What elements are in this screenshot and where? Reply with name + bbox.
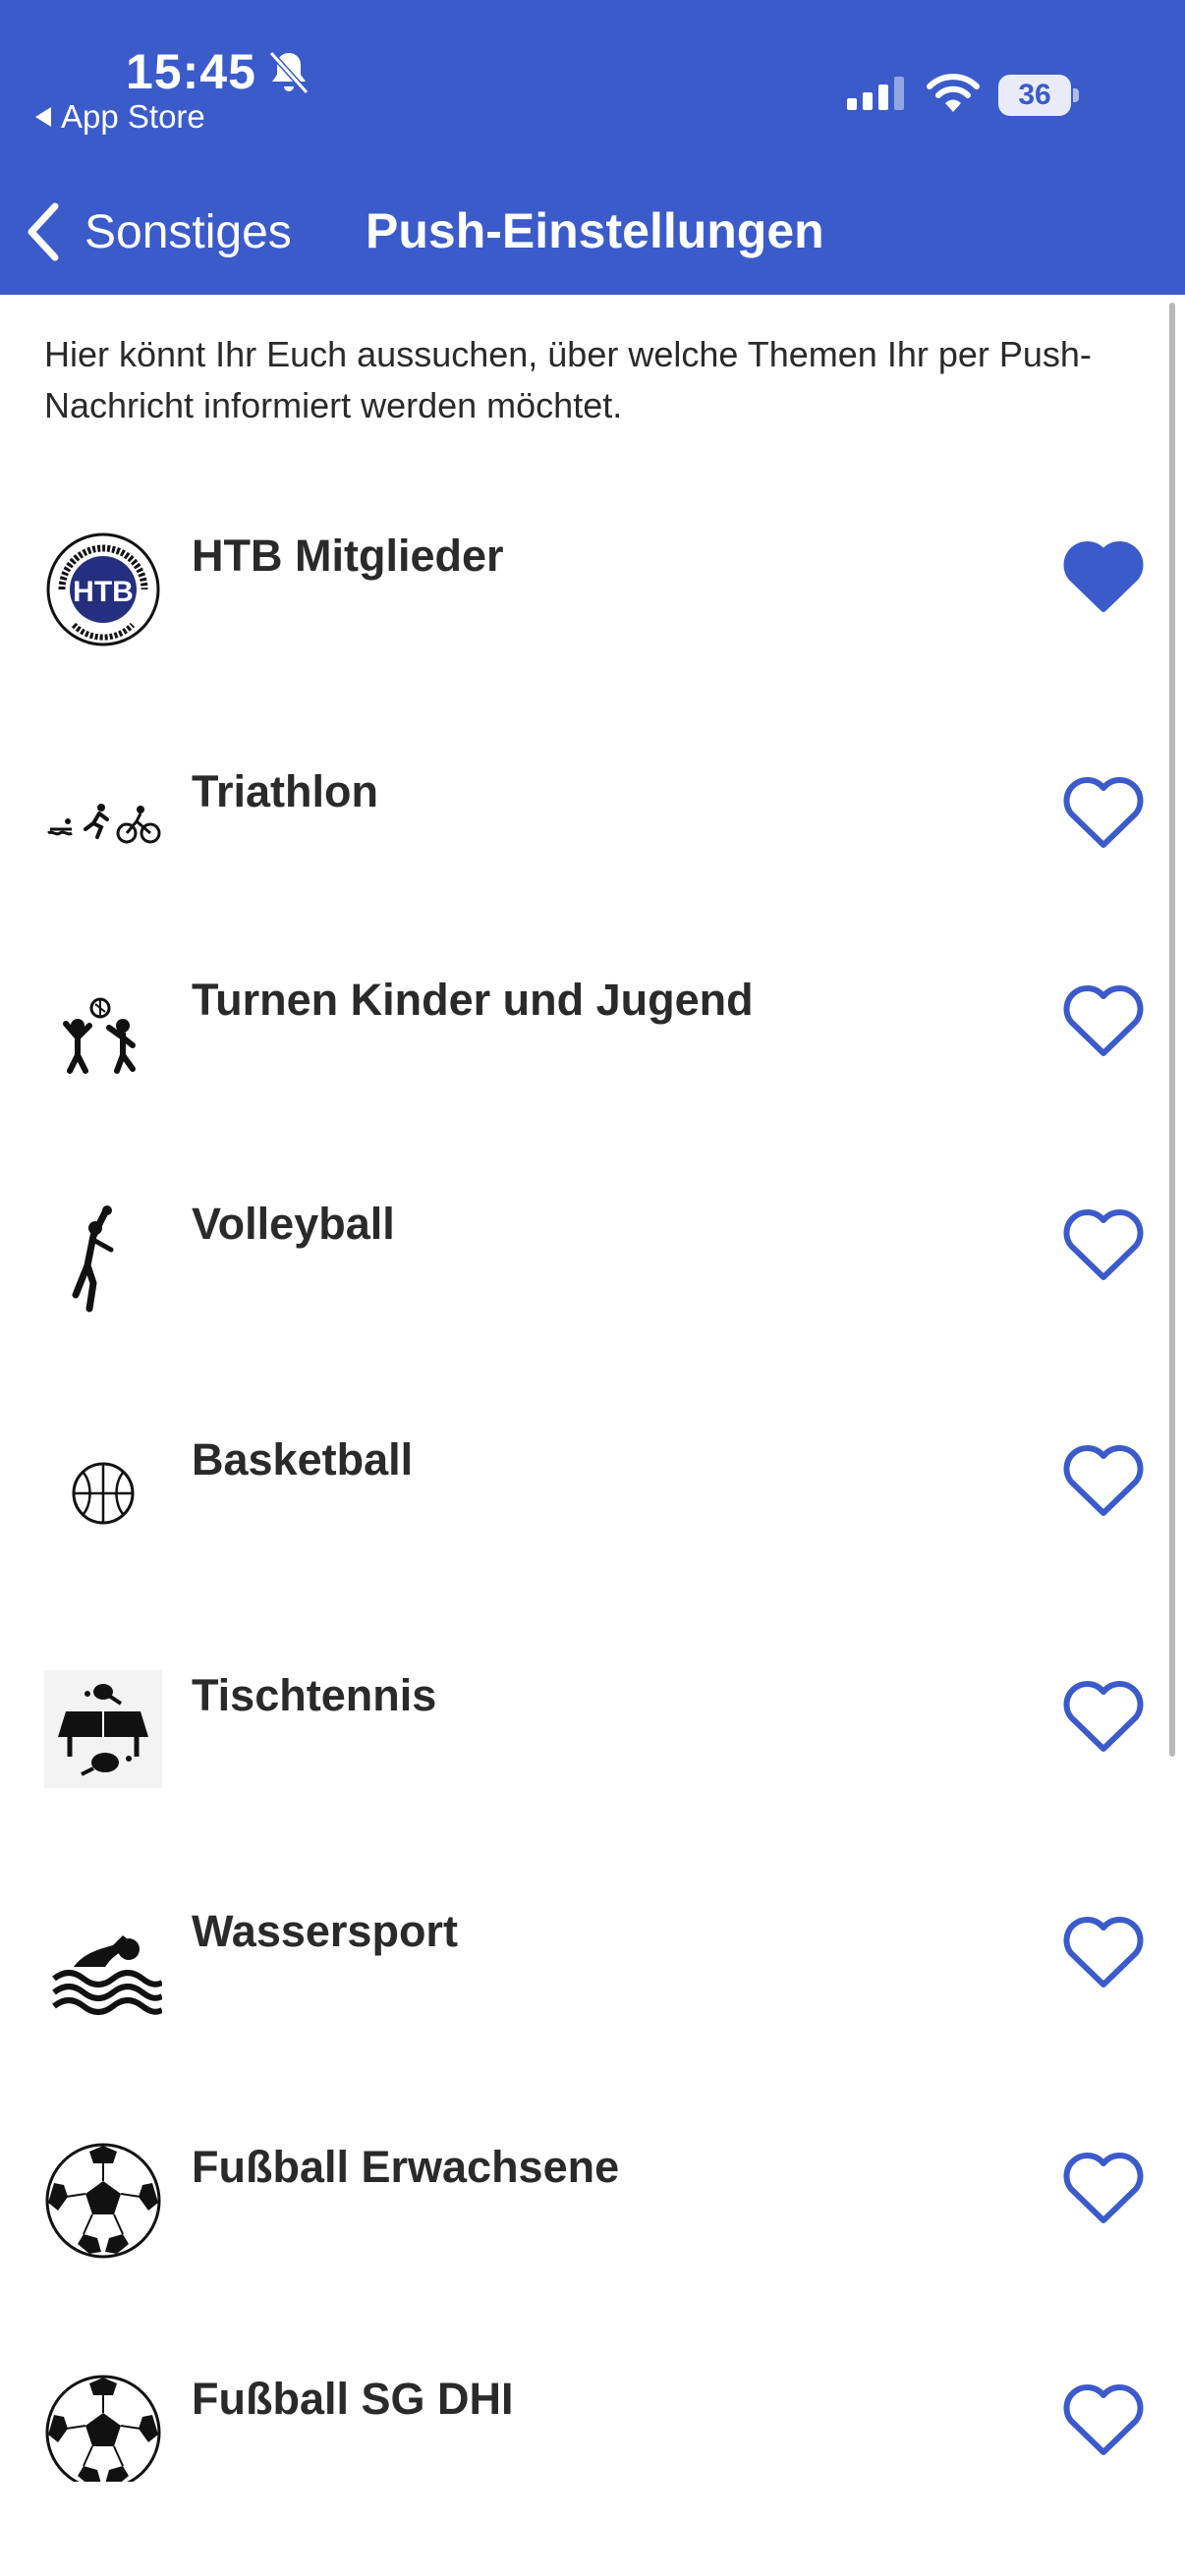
heart-outline-icon[interactable] [1063,2152,1144,2224]
intro-text: Hier könnt Ihr Euch aussuchen, über welc… [44,334,1092,425]
topic-item-wassersport[interactable]: Wassersport [0,1857,1185,2053]
header: 15:45 App Store 36 Sonstiges Push-Einste… [0,0,1185,295]
soccer-ball-icon [45,2143,161,2259]
topic-item-turnen-kinder-und-jugend[interactable]: Turnen Kinder und Jugend [0,925,1185,1122]
topic-item-tischtennis[interactable]: Tischtennis [0,1621,1185,1818]
scrollbar[interactable] [1169,303,1175,1757]
battery-indicator: 36 [998,75,1079,116]
page-title: Push-Einstellungen [366,203,824,258]
topic-label: Tischtennis [192,1670,437,1720]
back-button[interactable]: Sonstiges [24,200,292,263]
basketball-icon [72,1462,135,1525]
svg-text:HTB: HTB [73,576,134,608]
topic-item-basketball[interactable]: Basketball [0,1385,1185,1582]
status-time: 15:45 [126,44,256,99]
topic-label: Wassersport [192,1906,458,1956]
heart-outline-icon[interactable] [1063,1208,1144,1281]
kids-gymnastics-icon [63,997,136,1074]
bell-slash-icon [268,50,310,95]
cellular-signal-icon [847,77,904,110]
heart-outline-icon[interactable] [1063,1680,1144,1753]
soccer-ball-icon [45,2375,161,2482]
navigation-bar: Sonstiges Push-Einstellungen [0,187,1185,275]
topic-label: Volleyball [192,1199,395,1249]
htb-logo: HTB [46,532,160,646]
volleyball-player-icon [72,1205,114,1313]
battery-level: 36 [998,75,1071,116]
triathlon-icon [47,804,161,844]
topic-item-volleyball[interactable]: Volleyball [0,1149,1185,1346]
heart-outline-icon[interactable] [1063,1444,1144,1517]
heart-outline-icon[interactable] [1063,1916,1144,1988]
topic-label: Fußball SG DHI [192,2374,514,2424]
topic-item-fussball-erwachsene[interactable]: Fußball Erwachsene [0,2093,1185,2289]
topic-item-triathlon[interactable]: Triathlon [0,717,1185,914]
topic-label: HTB Mitglieder [192,531,504,581]
heart-outline-icon[interactable] [1063,776,1144,849]
topic-label: Fußball Erwachsene [192,2142,620,2192]
heart-outline-icon[interactable] [1063,2383,1144,2456]
topic-item-fussball-sg-dhi[interactable]: Fußball SG DHI [0,2324,1185,2482]
heart-outline-icon[interactable] [1063,984,1144,1057]
heart-filled-icon[interactable] [1063,540,1144,613]
chevron-left-icon [28,202,59,261]
table-tennis-icon [44,1670,162,1788]
topic-label: Turnen Kinder und Jugend [192,975,754,1025]
swimmer-icon [52,1935,162,2015]
back-triangle-icon [35,107,51,127]
topic-item-htb-mitglieder[interactable]: HTB HTB Mitglieder [0,481,1185,678]
wifi-icon [927,74,980,112]
topic-label: Basketball [192,1434,414,1484]
back-to-app-store[interactable]: App Store [35,98,205,136]
topic-label: Triathlon [192,766,378,816]
back-app-label: App Store [61,98,205,135]
back-label: Sonstiges [85,205,292,258]
